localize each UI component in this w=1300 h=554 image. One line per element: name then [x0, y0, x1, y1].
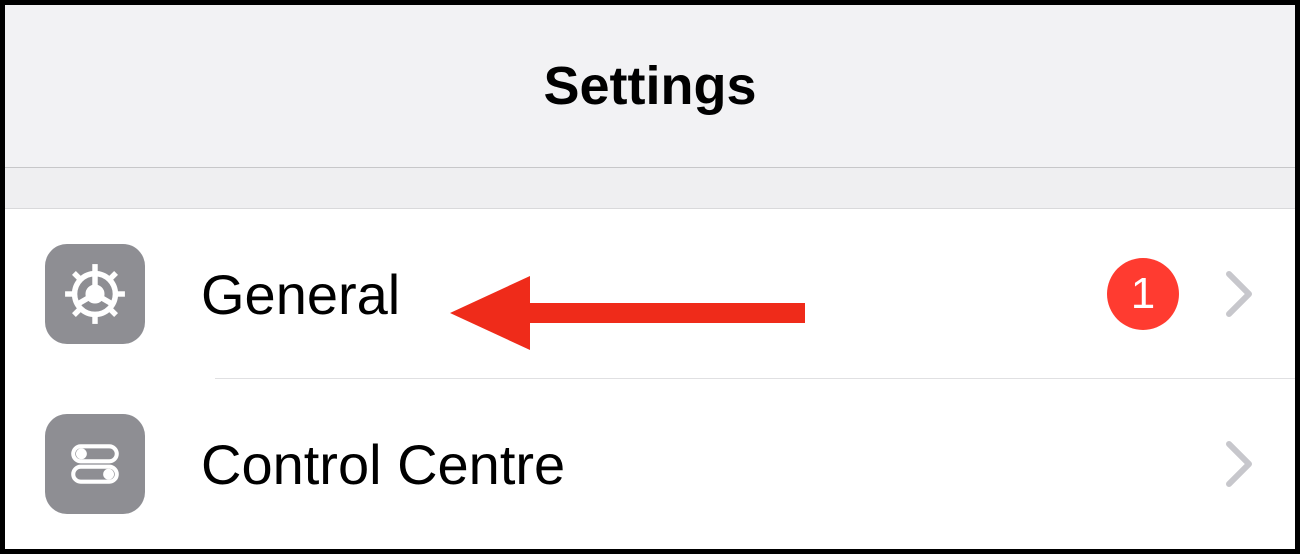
row-label: Control Centre	[201, 432, 1225, 497]
settings-row-general[interactable]: General 1	[5, 209, 1295, 379]
toggles-icon	[45, 414, 145, 514]
settings-row-control-centre[interactable]: Control Centre	[5, 379, 1295, 549]
row-label: General	[201, 262, 1107, 327]
section-spacer	[5, 168, 1295, 209]
chevron-right-icon	[1225, 440, 1255, 488]
chevron-right-icon	[1225, 270, 1255, 318]
settings-screen: Settings	[0, 0, 1300, 554]
page-title: Settings	[543, 55, 756, 117]
settings-list: General 1 Control Centre	[5, 209, 1295, 549]
notification-badge: 1	[1107, 258, 1179, 330]
gear-icon	[45, 244, 145, 344]
header: Settings	[5, 5, 1295, 168]
